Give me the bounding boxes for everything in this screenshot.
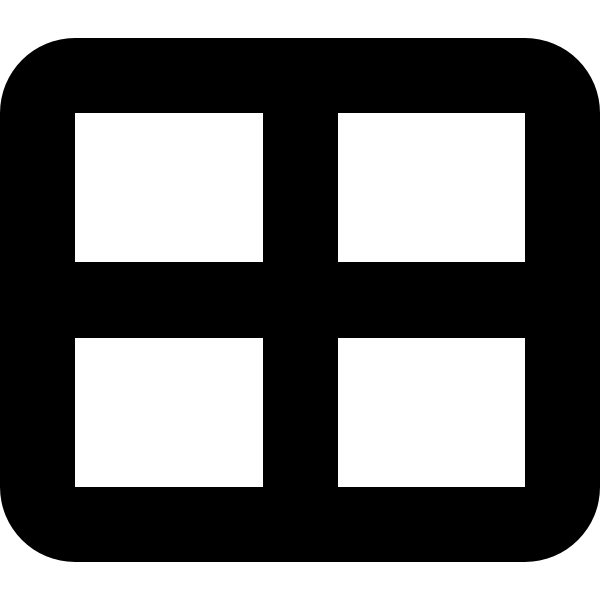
grid-cell-top-right — [338, 113, 525, 262]
icon-canvas — [0, 0, 600, 600]
grid-cell-bottom-right — [338, 338, 525, 487]
grid-2x2-icon — [0, 38, 600, 562]
grid-cell-top-left — [75, 113, 263, 262]
grid-cell-bottom-left — [75, 338, 263, 487]
